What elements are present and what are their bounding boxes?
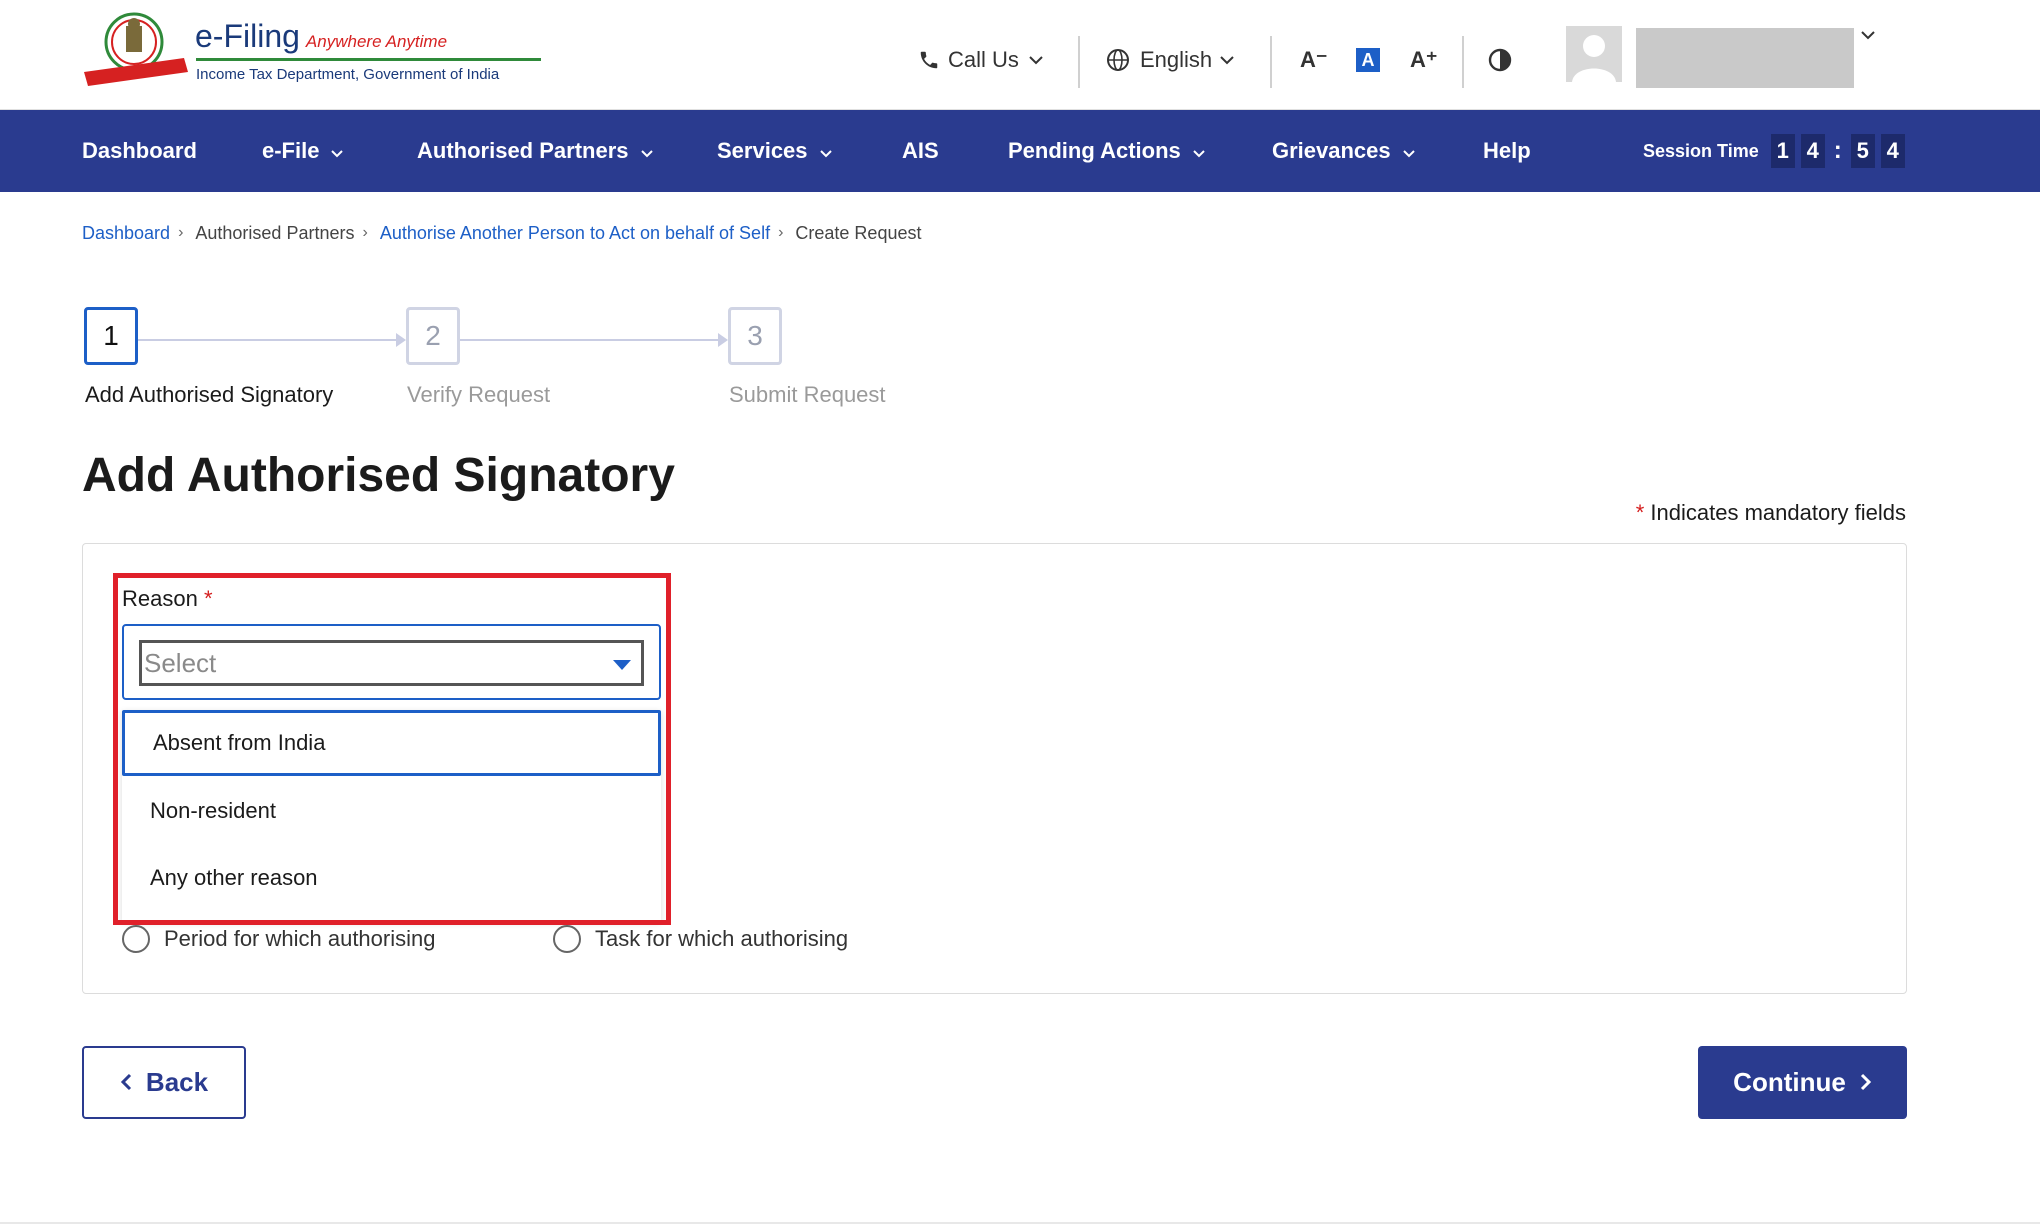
- main-nav: Dashboard e-File Authorised Partners Ser…: [0, 110, 2040, 192]
- step-arrow-icon: [718, 333, 728, 347]
- brand-underline: [196, 58, 541, 61]
- font-increase-label: A⁺: [1410, 47, 1438, 72]
- nav-item-authorised-partners[interactable]: Authorised Partners: [417, 110, 653, 192]
- radio-period-label: Period for which authorising: [164, 926, 436, 951]
- mandatory-note-text: Indicates mandatory fields: [1650, 500, 1906, 525]
- nav-item-label: Authorised Partners: [417, 138, 629, 163]
- nav-item-dashboard[interactable]: Dashboard: [82, 110, 197, 192]
- continue-button[interactable]: Continue: [1698, 1046, 1907, 1119]
- chevron-right-icon: ›: [178, 224, 184, 241]
- nav-item-label: Grievances: [1272, 138, 1391, 163]
- header-divider: [1270, 36, 1272, 88]
- session-time-label: Session Time: [1643, 140, 1759, 161]
- session-digit: 4: [1880, 134, 1905, 168]
- nav-item-ais[interactable]: AIS: [902, 110, 939, 192]
- contrast-icon: [1488, 48, 1512, 72]
- radio-task[interactable]: Task for which authorising: [553, 924, 848, 954]
- contrast-toggle[interactable]: [1488, 40, 1512, 80]
- session-digit: 1: [1770, 134, 1795, 168]
- step-3-label: Submit Request: [729, 382, 886, 407]
- session-digit: 4: [1800, 134, 1825, 168]
- radio-button[interactable]: [553, 925, 581, 953]
- step-number: 1: [103, 320, 119, 351]
- chevron-down-icon: [331, 138, 344, 164]
- nav-item-label: Help: [1483, 138, 1531, 163]
- chevron-down-icon[interactable]: [1860, 28, 1876, 46]
- nav-item-help[interactable]: Help: [1483, 110, 1531, 192]
- phone-icon: [918, 49, 940, 71]
- nav-item-label: Services: [717, 138, 808, 163]
- nav-item-grievances[interactable]: Grievances: [1272, 110, 1415, 192]
- highlight-box: [113, 573, 671, 925]
- font-default-button[interactable]: A: [1356, 40, 1380, 80]
- back-button-label: Back: [145, 1067, 209, 1097]
- emblem-icon: [84, 12, 188, 86]
- nav-item-services[interactable]: Services: [717, 110, 832, 192]
- efiling-logo[interactable]: e-Filing Anywhere Anytime Income Tax Depa…: [80, 10, 541, 90]
- chevron-right-icon: [1860, 1067, 1872, 1098]
- header-divider: [1078, 36, 1080, 88]
- chevron-left-icon: [120, 1067, 132, 1098]
- required-asterisk: *: [1635, 500, 1645, 525]
- continue-button-label: Continue: [1733, 1067, 1846, 1097]
- chevron-down-icon: [819, 138, 832, 164]
- step-2-box: 2: [406, 307, 460, 365]
- breadcrumb-create-request: Create Request: [795, 222, 922, 243]
- session-timer: Session Time 1 4 : 5 4: [1643, 110, 1911, 192]
- language-selector[interactable]: English: [1106, 40, 1234, 80]
- call-us-menu[interactable]: Call Us: [918, 40, 1043, 80]
- step-arrow-icon: [396, 333, 406, 347]
- step-connector: [460, 339, 718, 341]
- step-1-box: 1: [84, 307, 138, 365]
- brand-main: e-Filing: [195, 18, 300, 54]
- nav-item-label: e-File: [262, 138, 320, 163]
- user-icon: [1572, 35, 1616, 82]
- nav-item-label: Dashboard: [82, 138, 197, 163]
- step-number: 2: [425, 320, 441, 351]
- footer-divider: [0, 1222, 2040, 1224]
- font-increase-button[interactable]: A⁺: [1410, 40, 1438, 80]
- chevron-down-icon: [1029, 55, 1043, 65]
- step-connector: [138, 339, 396, 341]
- step-3-box: 3: [728, 307, 782, 365]
- mandatory-note: * Indicates mandatory fields: [1636, 500, 1906, 526]
- top-header: e-Filing Anywhere Anytime Income Tax Depa…: [0, 0, 2040, 110]
- session-digit: 5: [1850, 134, 1875, 168]
- nav-item-label: Pending Actions: [1008, 138, 1181, 163]
- chevron-right-icon: ›: [362, 224, 368, 241]
- chevron-down-icon: [1402, 138, 1415, 164]
- step-2-label: Verify Request: [407, 382, 551, 407]
- chevron-down-icon: [640, 138, 653, 164]
- brand-tagline: Anywhere Anytime: [305, 32, 448, 51]
- session-colon: :: [1833, 137, 1842, 164]
- radio-period[interactable]: Period for which authorising: [122, 924, 435, 954]
- chevron-down-icon: [1193, 138, 1205, 164]
- nav-item-pending-actions[interactable]: Pending Actions: [1008, 110, 1205, 192]
- user-name-block[interactable]: [1636, 28, 1854, 88]
- brand-title: e-Filing Anywhere Anytime: [195, 18, 447, 55]
- font-decrease-button[interactable]: A⁻: [1300, 40, 1328, 80]
- step-1-label: Add Authorised Signatory: [85, 382, 334, 407]
- back-button[interactable]: Back: [82, 1046, 246, 1119]
- breadcrumb-dashboard[interactable]: Dashboard: [82, 223, 170, 244]
- radio-task-label: Task for which authorising: [595, 926, 849, 951]
- brand-department: Income Tax Department, Government of Ind…: [196, 66, 500, 83]
- font-default-label: A: [1356, 48, 1380, 72]
- breadcrumb: Dashboard › Authorised Partners › Author…: [82, 220, 921, 246]
- call-us-label: Call Us: [948, 47, 1019, 72]
- language-label: English: [1140, 47, 1213, 72]
- font-decrease-label: A⁻: [1300, 47, 1328, 72]
- nav-item-label: AIS: [902, 138, 939, 163]
- user-avatar[interactable]: [1566, 26, 1622, 82]
- nav-item-efile[interactable]: e-File: [262, 110, 344, 192]
- step-number: 3: [747, 320, 763, 351]
- chevron-down-icon: [1220, 55, 1234, 65]
- chevron-right-icon: ›: [778, 224, 784, 241]
- breadcrumb-authorised-partners: Authorised Partners: [195, 222, 355, 243]
- header-divider: [1462, 36, 1464, 88]
- globe-icon: [1106, 48, 1130, 72]
- radio-button[interactable]: [122, 925, 150, 953]
- breadcrumb-authorise-another-person[interactable]: Authorise Another Person to Act on behal…: [380, 223, 770, 244]
- page-title: Add Authorised Signatory: [82, 449, 675, 502]
